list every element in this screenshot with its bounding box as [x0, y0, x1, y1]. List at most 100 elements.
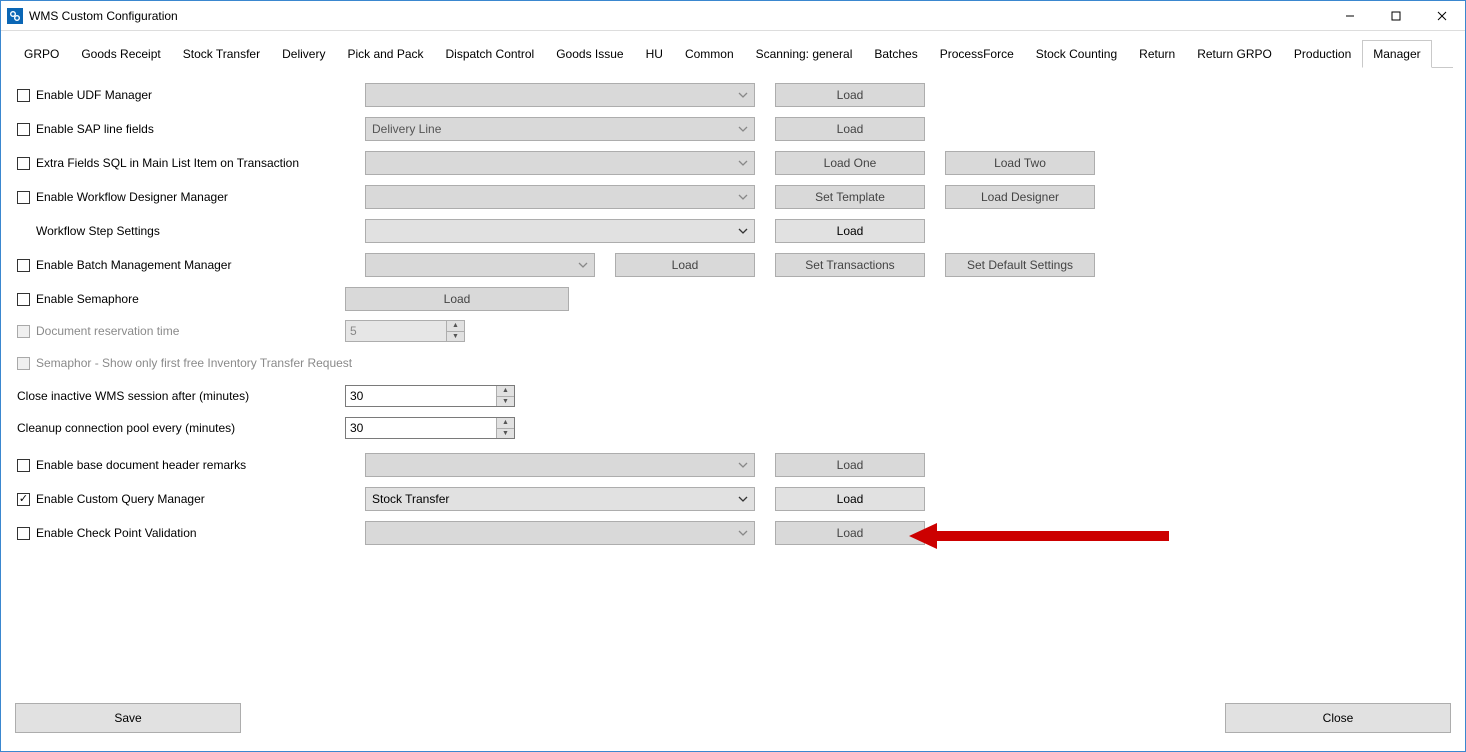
label-semaphor-first-free: Semaphor - Show only first free Inventor…	[36, 356, 352, 370]
load-button-workflow-step[interactable]: Load	[775, 219, 925, 243]
tab-return-grpo[interactable]: Return GRPO	[1186, 40, 1283, 68]
tab-production[interactable]: Production	[1283, 40, 1362, 68]
tab-return[interactable]: Return	[1128, 40, 1186, 68]
tab-bar: GRPOGoods ReceiptStock TransferDeliveryP…	[13, 39, 1453, 68]
row-workflow-designer: Enable Workflow Designer Manager Set Tem…	[15, 180, 1451, 214]
row-close-inactive-session: Close inactive WMS session after (minute…	[15, 380, 1451, 412]
load-two-button[interactable]: Load Two	[945, 151, 1095, 175]
tab-grpo[interactable]: GRPO	[13, 40, 70, 68]
load-button-check-point[interactable]: Load	[775, 521, 925, 545]
checkbox-check-point-validation[interactable]	[17, 527, 30, 540]
save-button[interactable]: Save	[15, 703, 241, 733]
load-button-batch[interactable]: Load	[615, 253, 755, 277]
spin-up-icon[interactable]: ▲	[497, 418, 514, 429]
checkbox-enable-udf-manager[interactable]	[17, 89, 30, 102]
label-cleanup-connection-pool: Cleanup connection pool every (minutes)	[17, 421, 235, 435]
footer: Save Close	[13, 699, 1453, 743]
tab-hu[interactable]: HU	[635, 40, 674, 68]
tab-dispatch-control[interactable]: Dispatch Control	[435, 40, 546, 68]
label-base-doc-header-remarks: Enable base document header remarks	[36, 458, 246, 472]
app-icon	[7, 8, 23, 24]
spin-down-icon[interactable]: ▼	[497, 397, 514, 407]
load-button-base-doc-remarks[interactable]: Load	[775, 453, 925, 477]
row-base-doc-header-remarks: Enable base document header remarks Load	[15, 448, 1451, 482]
set-default-settings-button[interactable]: Set Default Settings	[945, 253, 1095, 277]
row-enable-sap-line-fields: Enable SAP line fields Delivery Line Loa…	[15, 112, 1451, 146]
label-custom-query-manager: Enable Custom Query Manager	[36, 492, 205, 506]
spin-document-reservation: 5 ▲▼	[345, 320, 465, 342]
checkbox-batch-management[interactable]	[17, 259, 30, 272]
row-custom-query-manager: Enable Custom Query Manager Stock Transf…	[15, 482, 1451, 516]
combo-batch-management[interactable]	[365, 253, 595, 277]
spin-up-icon: ▲	[447, 321, 464, 332]
combo-custom-query-value: Stock Transfer	[372, 492, 449, 506]
row-document-reservation: Document reservation time 5 ▲▼	[15, 316, 1451, 346]
spin-up-icon[interactable]: ▲	[497, 386, 514, 397]
minimize-button[interactable]	[1327, 1, 1373, 31]
window-title: WMS Custom Configuration	[29, 9, 178, 23]
spin-cleanup-value: 30	[350, 421, 363, 435]
label-check-point-validation: Enable Check Point Validation	[36, 526, 197, 540]
tab-stock-counting[interactable]: Stock Counting	[1025, 40, 1128, 68]
tab-goods-issue[interactable]: Goods Issue	[545, 40, 634, 68]
label-workflow-designer: Enable Workflow Designer Manager	[36, 190, 228, 204]
tab-processforce[interactable]: ProcessForce	[929, 40, 1025, 68]
label-close-inactive-session: Close inactive WMS session after (minute…	[17, 389, 249, 403]
row-batch-management: Enable Batch Management Manager Load Set…	[15, 248, 1451, 282]
set-transactions-button[interactable]: Set Transactions	[775, 253, 925, 277]
tab-goods-receipt[interactable]: Goods Receipt	[70, 40, 171, 68]
tab-scanning-general[interactable]: Scanning: general	[745, 40, 864, 68]
checkbox-enable-semaphore[interactable]	[17, 293, 30, 306]
load-button-udf[interactable]: Load	[775, 83, 925, 107]
spin-cleanup-connection-pool[interactable]: 30 ▲▼	[345, 417, 515, 439]
tab-batches[interactable]: Batches	[863, 40, 928, 68]
form-area: Enable UDF Manager Load Enable SAP line …	[13, 74, 1453, 699]
combo-workflow-designer[interactable]	[365, 185, 755, 209]
combo-custom-query-manager[interactable]: Stock Transfer	[365, 487, 755, 511]
checkbox-enable-sap-line-fields[interactable]	[17, 123, 30, 136]
combo-workflow-step-settings[interactable]	[365, 219, 755, 243]
row-semaphor-first-free: Semaphor - Show only first free Inventor…	[15, 346, 1451, 380]
tab-manager[interactable]: Manager	[1362, 40, 1431, 68]
tab-delivery[interactable]: Delivery	[271, 40, 336, 68]
checkbox-extra-fields-sql[interactable]	[17, 157, 30, 170]
spin-document-reservation-value: 5	[350, 324, 357, 338]
tab-common[interactable]: Common	[674, 40, 745, 68]
label-enable-udf-manager: Enable UDF Manager	[36, 88, 152, 102]
checkbox-workflow-designer[interactable]	[17, 191, 30, 204]
spin-close-inactive-value: 30	[350, 389, 363, 403]
checkbox-custom-query-manager[interactable]	[17, 493, 30, 506]
combo-sap-line-fields-value: Delivery Line	[372, 122, 441, 136]
checkbox-base-doc-header-remarks[interactable]	[17, 459, 30, 472]
label-batch-management: Enable Batch Management Manager	[36, 258, 231, 272]
row-enable-semaphore: Enable Semaphore Load	[15, 282, 1451, 316]
load-button-custom-query[interactable]: Load	[775, 487, 925, 511]
row-cleanup-connection-pool: Cleanup connection pool every (minutes) …	[15, 412, 1451, 444]
spin-down-icon: ▼	[447, 332, 464, 342]
row-extra-fields-sql: Extra Fields SQL in Main List Item on Tr…	[15, 146, 1451, 180]
close-window-button[interactable]	[1419, 1, 1465, 31]
label-document-reservation: Document reservation time	[36, 324, 179, 338]
label-workflow-step-settings: Workflow Step Settings	[36, 224, 160, 238]
close-button[interactable]: Close	[1225, 703, 1451, 733]
row-workflow-step-settings: Workflow Step Settings Load	[15, 214, 1451, 248]
combo-check-point-validation[interactable]	[365, 521, 755, 545]
label-enable-sap-line-fields: Enable SAP line fields	[36, 122, 154, 136]
maximize-button[interactable]	[1373, 1, 1419, 31]
tab-stock-transfer[interactable]: Stock Transfer	[172, 40, 271, 68]
load-button-semaphore[interactable]: Load	[345, 287, 569, 311]
combo-udf-manager[interactable]	[365, 83, 755, 107]
set-template-button[interactable]: Set Template	[775, 185, 925, 209]
load-one-button[interactable]: Load One	[775, 151, 925, 175]
spin-close-inactive-session[interactable]: 30 ▲▼	[345, 385, 515, 407]
combo-sap-line-fields[interactable]: Delivery Line	[365, 117, 755, 141]
spin-down-icon[interactable]: ▼	[497, 429, 514, 439]
combo-base-doc-header-remarks[interactable]	[365, 453, 755, 477]
tab-pick-and-pack[interactable]: Pick and Pack	[336, 40, 434, 68]
checkbox-semaphor-first-free	[17, 357, 30, 370]
load-button-sap-line[interactable]: Load	[775, 117, 925, 141]
combo-extra-fields-sql[interactable]	[365, 151, 755, 175]
title-bar: WMS Custom Configuration	[1, 1, 1465, 31]
load-designer-button[interactable]: Load Designer	[945, 185, 1095, 209]
row-enable-udf-manager: Enable UDF Manager Load	[15, 78, 1451, 112]
